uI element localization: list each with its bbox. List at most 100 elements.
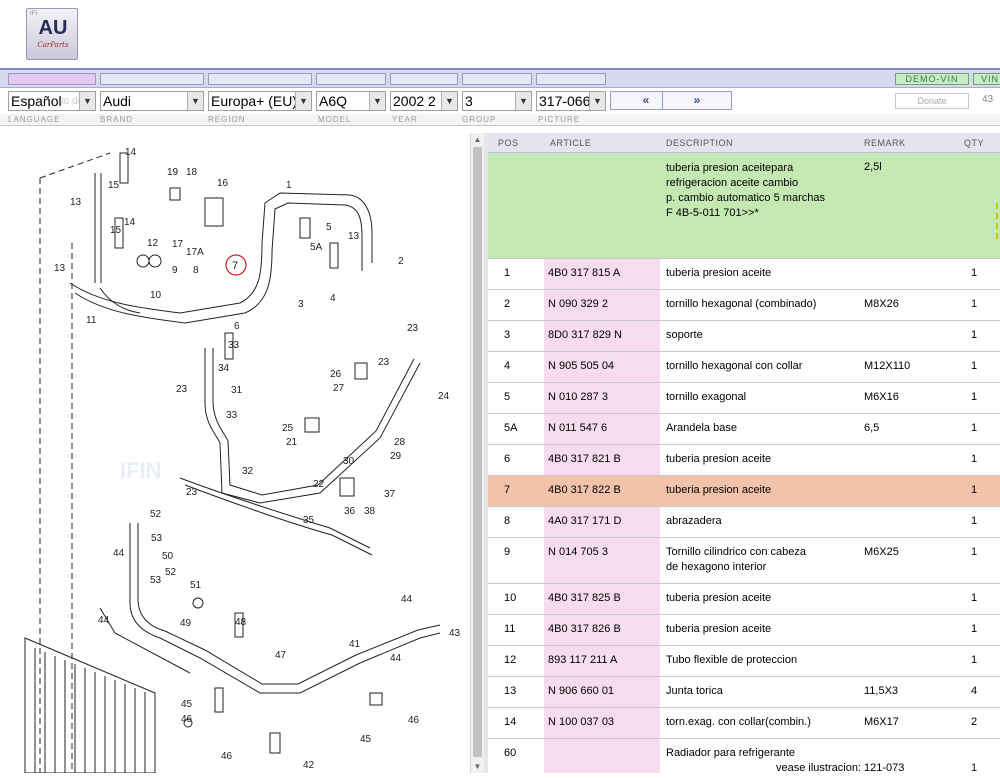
vin-button[interactable]: VIN <box>973 73 1000 85</box>
svg-text:6: 6 <box>234 321 240 332</box>
label-region: REGION <box>208 115 246 124</box>
year-select[interactable]: 2002 2 ▼ <box>390 91 458 111</box>
table-row[interactable]: 1 4B0 317 815 A tuberia presion aceite 1 <box>488 259 1000 290</box>
row-qty: 1 <box>971 592 978 604</box>
group-desc-line: p. cambio automatico 5 marchas <box>666 192 825 204</box>
table-row[interactable]: 11 4B0 317 826 B tuberia presion aceite 1 <box>488 615 1000 646</box>
row-remark: M6X16 <box>864 391 899 403</box>
svg-text:13: 13 <box>70 197 82 208</box>
row-article: N 100 037 03 <box>548 716 615 728</box>
row-pos: 4 <box>504 360 511 372</box>
row-pos: 10 <box>504 592 517 604</box>
row-pos: 3 <box>504 329 511 341</box>
row-article: 4B0 317 822 B <box>548 484 621 496</box>
svg-text:49: 49 <box>180 618 192 629</box>
tab-picture[interactable] <box>536 73 606 85</box>
article-cell-bg <box>544 538 660 583</box>
dashed-marker <box>996 203 999 239</box>
model-select[interactable]: A6Q ▼ <box>316 91 386 111</box>
row-description: tuberia presion aceite <box>666 592 772 604</box>
row-article: N 010 287 3 <box>548 391 608 403</box>
table-row[interactable]: 5 N 010 287 3 tornillo exagonal M6X16 1 <box>488 383 1000 414</box>
row-remark: 11,5X3 <box>864 685 899 697</box>
region-select[interactable]: Europa+ (EU) ▼ <box>208 91 312 111</box>
row-pos: 11 <box>504 623 516 635</box>
table-row[interactable]: 8 4A0 317 171 D abrazadera 1 <box>488 507 1000 538</box>
selector-labels: LANGUAGE BRAND REGION MODEL YEAR GROUP P… <box>0 114 1000 126</box>
label-picture: PICTURE <box>538 115 581 124</box>
app-logo[interactable]: IFI AU CarParts <box>26 8 78 60</box>
table-row[interactable]: 7 4B0 317 822 B tuberia presion aceite 1 <box>488 476 1000 507</box>
parts-table: POS ARTICLE DESCRIPTION REMARK QTY tuber… <box>488 133 1000 773</box>
tab-brand[interactable] <box>100 73 204 85</box>
svg-text:12: 12 <box>147 238 159 249</box>
row-description: Arandela base <box>666 422 737 434</box>
table-row[interactable]: 2 N 090 329 2 tornillo hexagonal (combinad… <box>488 290 1000 321</box>
tab-language[interactable] <box>8 73 96 85</box>
row-pos: 13 <box>504 685 517 697</box>
svg-text:43: 43 <box>449 628 461 639</box>
next-picture-button[interactable]: » <box>662 91 732 110</box>
table-header: POS ARTICLE DESCRIPTION REMARK QTY <box>488 133 1000 153</box>
svg-text:11: 11 <box>86 315 97 326</box>
row-pos: 2 <box>504 298 511 310</box>
table-row[interactable]: 14 N 100 037 03 torn.exag. con collar(comb… <box>488 708 1000 739</box>
row-pos: 8 <box>504 515 511 527</box>
col-description: DESCRIPTION <box>666 138 734 148</box>
svg-text:30: 30 <box>343 456 355 467</box>
diagram-drawing: 131514 151412 131011 19 1816 1717A9 861 5… <box>24 147 461 773</box>
table-row[interactable]: 60 Radiador para refrigerante vease ilustr… <box>488 739 1000 773</box>
col-remark: REMARK <box>864 138 906 148</box>
col-article: ARTICLE <box>550 138 592 148</box>
row-description-line2: vease ilustracion: <box>776 762 861 773</box>
scroll-up-icon[interactable]: ▲ <box>471 133 484 146</box>
chevron-down-icon: ▼ <box>441 92 457 110</box>
tab-region[interactable] <box>208 73 312 85</box>
svg-text:28: 28 <box>394 437 406 448</box>
row-description: tuberia presion aceite <box>666 453 772 465</box>
tab-year[interactable] <box>390 73 458 85</box>
row-qty: 1 <box>971 391 978 403</box>
table-row[interactable]: 4 N 905 505 04 tornillo hexagonal con coll… <box>488 352 1000 383</box>
brand-select[interactable]: Audi ▼ <box>100 91 204 111</box>
tab-model[interactable] <box>316 73 386 85</box>
parts-diagram[interactable]: 13 15 14 15 14 12 13 10 11 19 18 16 17 17A 9 861 5… <box>0 133 470 773</box>
scroll-thumb[interactable] <box>473 147 482 757</box>
donate-button[interactable]: Donate <box>895 93 969 109</box>
demo-vin-button[interactable]: DEMO-VIN <box>895 73 969 85</box>
picture-select[interactable]: 317-066 ▼ <box>536 91 606 111</box>
group-select[interactable]: 3 ▼ <box>462 91 532 111</box>
row-pos: 5A <box>504 422 518 434</box>
svg-text:22: 22 <box>313 479 325 490</box>
language-select[interactable]: Español to default page ▼ <box>8 91 96 111</box>
tab-group[interactable] <box>462 73 532 85</box>
row-description: torn.exag. con collar(combin.) <box>666 716 811 728</box>
row-pos: 12 <box>504 654 517 666</box>
row-article: 4B0 317 826 B <box>548 623 621 635</box>
svg-text:50: 50 <box>162 551 174 562</box>
col-pos: POS <box>498 138 519 148</box>
row-pos: 7 <box>504 484 511 496</box>
diagram-scrollbar[interactable]: ▲ ▼ <box>470 133 484 773</box>
svg-text:13: 13 <box>348 231 360 242</box>
group-desc-line: tuberia presion aceitepara <box>666 162 794 174</box>
row-qty: 1 <box>971 453 978 465</box>
table-row[interactable]: 12 893 117 211 A Tubo flexible de protecci… <box>488 646 1000 677</box>
group-header-row[interactable]: tuberia presion aceitepara refrigeracion… <box>488 153 1000 259</box>
svg-text:14: 14 <box>124 217 136 228</box>
scroll-down-icon[interactable]: ▼ <box>471 760 484 773</box>
group-remark: 2,5l <box>864 161 882 173</box>
svg-text:51: 51 <box>190 580 202 591</box>
svg-text:46: 46 <box>221 751 233 762</box>
table-row[interactable]: 3 8D0 317 829 N soporte 1 <box>488 321 1000 352</box>
svg-text:47: 47 <box>275 650 287 661</box>
group-value: 3 <box>465 93 473 109</box>
chevron-down-icon: ▼ <box>589 92 605 110</box>
table-row[interactable]: 10 4B0 317 825 B tuberia presion aceite 1 <box>488 584 1000 615</box>
table-row[interactable]: 6 4B0 317 821 B tuberia presion aceite 1 <box>488 445 1000 476</box>
row-qty: 1 <box>971 360 978 372</box>
table-row[interactable]: 13 N 906 660 01 Junta torica 11,5X3 4 <box>488 677 1000 708</box>
table-row[interactable]: 9 N 014 705 3 Tornillo cilindrico con cabe… <box>488 538 1000 584</box>
table-row[interactable]: 5A N 011 547 6 Arandela base 6,5 1 <box>488 414 1000 445</box>
svg-text:29: 29 <box>390 451 402 462</box>
